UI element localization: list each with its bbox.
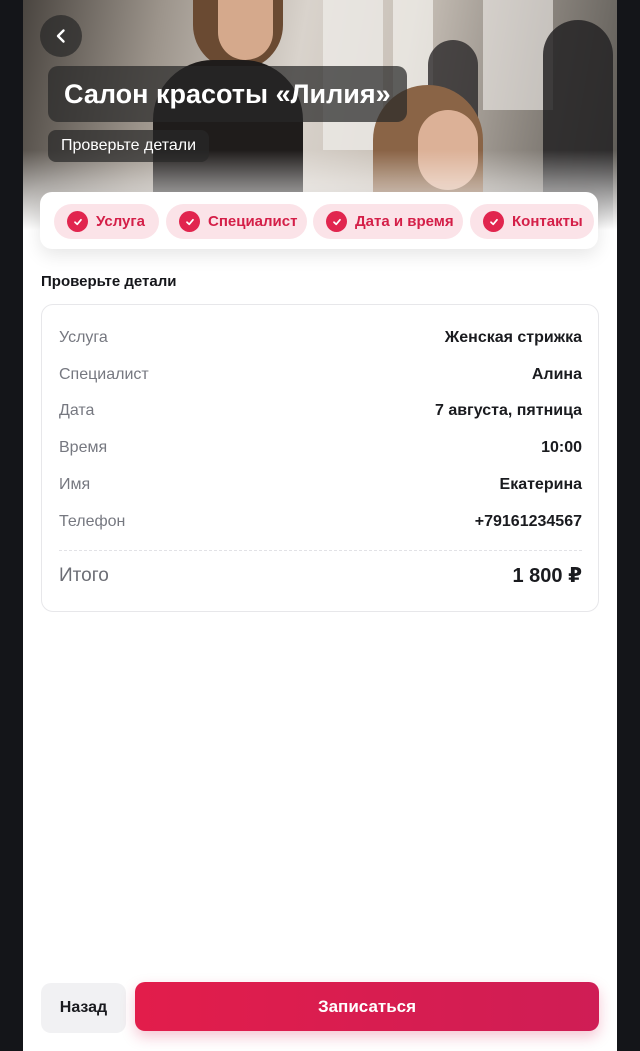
row-value: Екатерина [499,476,582,493]
step-datetime[interactable]: Дата и время [313,204,463,239]
submit-booking-button[interactable]: Записаться [135,982,599,1031]
check-icon [179,211,200,232]
summary-total-row: Итого 1 800 ₽ [59,563,582,588]
check-icon [483,211,504,232]
page-subtitle: Проверьте детали [48,130,210,162]
step-label: Контакты [512,213,583,230]
back-button[interactable]: Назад [41,983,126,1033]
row-value: Алина [531,366,582,383]
row-label: Услуга [59,329,108,346]
step-service[interactable]: Услуга [54,204,159,239]
row-label: Специалист [59,366,149,383]
step-label: Дата и время [355,213,454,230]
step-specialist[interactable]: Специалист [166,204,307,239]
row-value: 10:00 [541,439,582,456]
summary-row-date: Дата 7 августа, пятница [59,402,582,420]
salon-title-text: Салон красоты «Лилия» [64,78,391,109]
row-label: Имя [59,476,91,493]
booking-steps: Услуга Специалист Дата и время Контакты [40,192,598,249]
page-subtitle-text: Проверьте детали [61,137,197,154]
row-value: 7 августа, пятница [434,402,582,419]
summary-row-time: Время 10:00 [59,439,582,457]
booking-summary-card: Услуга Женская стрижка Специалист Алина … [41,304,599,612]
booking-screen: Салон красоты «Лилия» Проверьте детали У… [23,0,617,1051]
salon-title: Салон красоты «Лилия» [48,66,407,122]
total-label: Итого [59,564,109,586]
summary-row-phone: Телефон +79161234567 [59,513,582,531]
check-icon [67,211,88,232]
summary-row-name: Имя Екатерина [59,476,582,494]
step-label: Специалист [208,213,298,230]
step-label: Услуга [96,213,145,230]
summary-row-specialist: Специалист Алина [59,366,582,384]
row-label: Телефон [59,513,126,530]
row-label: Время [59,439,108,456]
step-contacts[interactable]: Контакты [470,204,594,239]
section-title: Проверьте детали [41,273,177,290]
summary-divider [59,550,582,551]
row-label: Дата [59,402,95,419]
check-icon [326,211,347,232]
total-price: 1 800 ₽ [512,565,582,587]
row-value: Женская стрижка [444,329,582,346]
chevron-left-icon [56,29,65,43]
row-value: +79161234567 [474,513,582,530]
back-arrow-button[interactable] [40,15,82,57]
summary-row-service: Услуга Женская стрижка [59,329,582,347]
